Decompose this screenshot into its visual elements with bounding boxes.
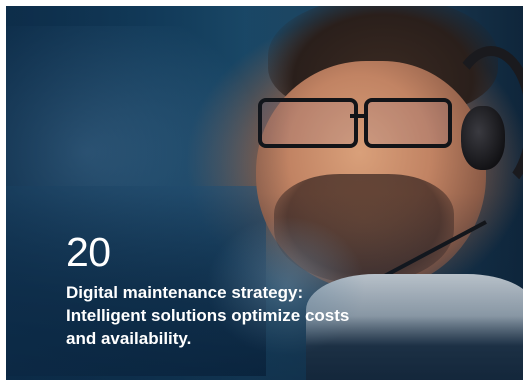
- teaser-headline-line: Intelligent solutions optimize costs: [66, 306, 350, 325]
- teaser-headline-line: and availability.: [66, 329, 192, 348]
- teaser-card[interactable]: 20 Digital maintenance strategy: Intelli…: [6, 6, 523, 380]
- teaser-headline-line: Digital maintenance strategy:: [66, 283, 304, 302]
- teaser-headline[interactable]: Digital maintenance strategy: Intelligen…: [66, 281, 396, 350]
- teaser-text: 20 Digital maintenance strategy: Intelli…: [66, 232, 396, 350]
- issue-number: 20: [66, 229, 111, 275]
